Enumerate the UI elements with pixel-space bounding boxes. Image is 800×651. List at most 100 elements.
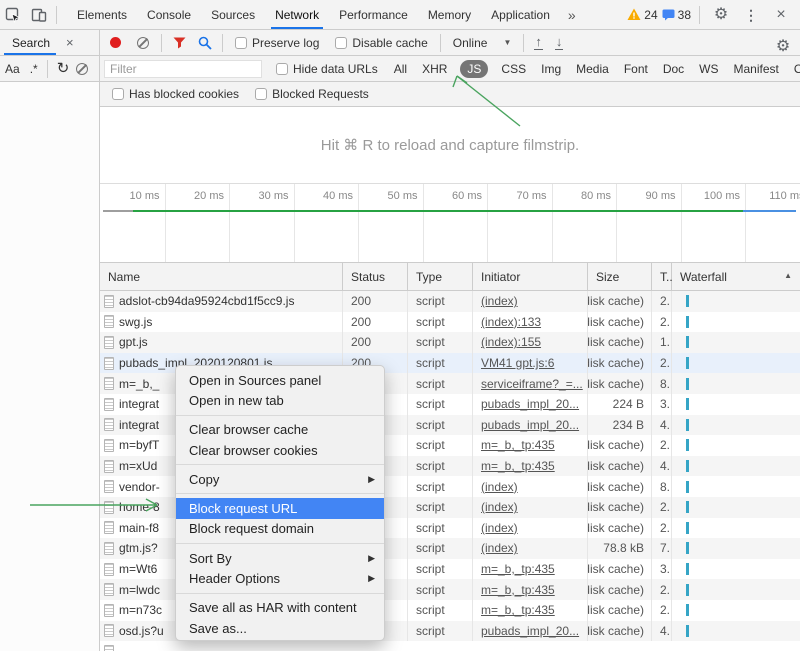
menu-item-block-request-domain[interactable]: Block request domain (176, 519, 384, 539)
time-cell: 2... (652, 353, 672, 374)
tab-sources[interactable]: Sources (201, 0, 265, 29)
clear-search-icon[interactable] (76, 63, 88, 75)
filter-pill-xhr[interactable]: XHR (420, 60, 449, 78)
match-case-toggle[interactable]: Aa (5, 62, 20, 76)
hide-data-urls-checkbox[interactable]: Hide data URLs (276, 62, 378, 76)
initiator-link[interactable]: (index) (481, 294, 518, 308)
type-cell: script (408, 312, 473, 333)
search-icon[interactable] (192, 30, 218, 56)
waterfall-bar (686, 336, 689, 348)
initiator-link[interactable]: m=_b,_tp:435 (481, 583, 555, 597)
menu-item-sort-by[interactable]: Sort By▶ (176, 548, 384, 568)
menu-item-label: Block request domain (189, 521, 314, 536)
filter-pill-css[interactable]: CSS (499, 60, 528, 78)
initiator-link[interactable]: (index) (481, 541, 518, 555)
clear-icon[interactable] (137, 37, 149, 49)
menu-item-clear-browser-cookies[interactable]: Clear browser cookies (176, 440, 384, 460)
refresh-icon[interactable]: ↻ (57, 61, 70, 76)
column-header-size[interactable]: Size (588, 263, 652, 290)
menu-item-header-options[interactable]: Header Options▶ (176, 568, 384, 588)
filter-pill-media[interactable]: Media (574, 60, 611, 78)
menu-item-clear-browser-cache[interactable]: Clear browser cache (176, 420, 384, 440)
messages-badge[interactable]: 38 (662, 8, 691, 22)
import-har-icon[interactable]: ↑ (534, 35, 543, 50)
filter-pill-img[interactable]: Img (539, 60, 563, 78)
record-icon[interactable] (110, 37, 121, 48)
type-cell: script (408, 518, 473, 539)
tab-memory[interactable]: Memory (418, 0, 481, 29)
menu-separator (176, 543, 384, 544)
preserve-log-checkbox[interactable]: Preserve log (235, 36, 319, 50)
export-har-icon[interactable]: ↓ (555, 35, 564, 50)
column-header-waterfall[interactable]: Waterfall (672, 263, 800, 290)
filter-pill-other[interactable]: Other (792, 60, 800, 78)
sort-direction-icon[interactable]: ▲ (784, 271, 792, 280)
blocked-requests-checkbox[interactable]: Blocked Requests (255, 87, 369, 101)
close-search-icon[interactable]: × (66, 35, 74, 50)
menu-item-copy[interactable]: Copy▶ (176, 469, 384, 489)
warnings-badge[interactable]: 24 (627, 8, 657, 22)
initiator-link[interactable]: (index):133 (481, 315, 541, 329)
initiator-link[interactable]: (index) (481, 521, 518, 535)
initiator-link[interactable]: pubads_impl_20... (481, 624, 579, 638)
close-icon[interactable]: × (768, 2, 794, 28)
menu-item-open-in-sources-panel[interactable]: Open in Sources panel (176, 370, 384, 390)
more-panels-chevron[interactable]: » (560, 7, 584, 23)
request-name: swg.js (119, 315, 152, 329)
filter-pill-all[interactable]: All (392, 60, 409, 78)
filter-pill-font[interactable]: Font (622, 60, 650, 78)
throttling-dropdown[interactable]: Online ▼ (453, 36, 512, 50)
initiator-link[interactable]: (index) (481, 480, 518, 494)
menu-item-block-request-url[interactable]: Block request URL (176, 498, 384, 518)
regex-toggle[interactable]: .* (30, 62, 38, 76)
tab-application[interactable]: Application (481, 0, 560, 29)
initiator-link[interactable]: m=_b,_tp:435 (481, 459, 555, 473)
tab-elements[interactable]: Elements (67, 0, 137, 29)
column-header-type[interactable]: Type (408, 263, 473, 290)
tab-performance[interactable]: Performance (329, 0, 418, 29)
timeline-gridline (745, 184, 746, 262)
initiator-link[interactable]: VM41 gpt.js:6 (481, 356, 554, 370)
initiator-link[interactable]: m=_b,_tp:435 (481, 438, 555, 452)
tab-search[interactable]: Search (0, 30, 60, 55)
column-header-status[interactable]: Status (343, 263, 408, 290)
checkbox-label: Has blocked cookies (129, 87, 239, 101)
table-row[interactable]: swg.js200script(index):133(disk cache)2.… (100, 312, 800, 333)
initiator-link[interactable]: serviceiframe?_=... (481, 377, 583, 391)
timeline-tick-label: 110 ms (749, 190, 800, 202)
time-cell: 2... (652, 435, 672, 456)
table-row[interactable]: gpt.js200script(index):155(disk cache)1.… (100, 332, 800, 353)
request-name: m=_b,_ (119, 377, 159, 391)
disable-cache-checkbox[interactable]: Disable cache (335, 36, 427, 50)
kebab-menu-icon[interactable]: ⋮ (738, 2, 764, 28)
column-header-initiator[interactable]: Initiator (473, 263, 588, 290)
inspect-icon[interactable] (0, 2, 26, 28)
menu-item-open-in-new-tab[interactable]: Open in new tab (176, 390, 384, 410)
filter-pill-ws[interactable]: WS (697, 60, 720, 78)
filter-pill-manifest[interactable]: Manifest (732, 60, 781, 78)
status-cell: 200 (343, 332, 408, 353)
filter-input[interactable] (104, 60, 262, 78)
script-file-icon (104, 336, 114, 349)
tab-network[interactable]: Network (265, 0, 329, 29)
initiator-link[interactable]: m=_b,_tp:435 (481, 562, 555, 576)
column-header-name[interactable]: Name (100, 263, 343, 290)
table-row[interactable]: adslot-cb94da95924cbd1f5cc9.js200script(… (100, 291, 800, 312)
filter-pill-js[interactable]: JS (460, 60, 488, 78)
initiator-link[interactable]: pubads_impl_20... (481, 397, 579, 411)
device-toolbar-icon[interactable] (26, 2, 52, 28)
initiator-link[interactable]: (index):155 (481, 335, 541, 349)
tab-console[interactable]: Console (137, 0, 201, 29)
initiator-link[interactable]: (index) (481, 500, 518, 514)
column-header-t[interactable]: T.. (652, 263, 672, 290)
size-cell: (disk cache) (588, 435, 652, 456)
menu-item-label: Header Options (189, 571, 280, 586)
has-blocked-cookies-checkbox[interactable]: Has blocked cookies (112, 87, 239, 101)
filter-funnel-icon[interactable] (166, 30, 192, 56)
initiator-link[interactable]: pubads_impl_20... (481, 418, 579, 432)
filter-pill-doc[interactable]: Doc (661, 60, 686, 78)
menu-item-save-all-as-har-with-content[interactable]: Save all as HAR with content (176, 598, 384, 618)
menu-item-save-as[interactable]: Save as... (176, 618, 384, 638)
gear-icon[interactable]: ⚙ (708, 2, 734, 28)
initiator-link[interactable]: m=_b,_tp:435 (481, 603, 555, 617)
